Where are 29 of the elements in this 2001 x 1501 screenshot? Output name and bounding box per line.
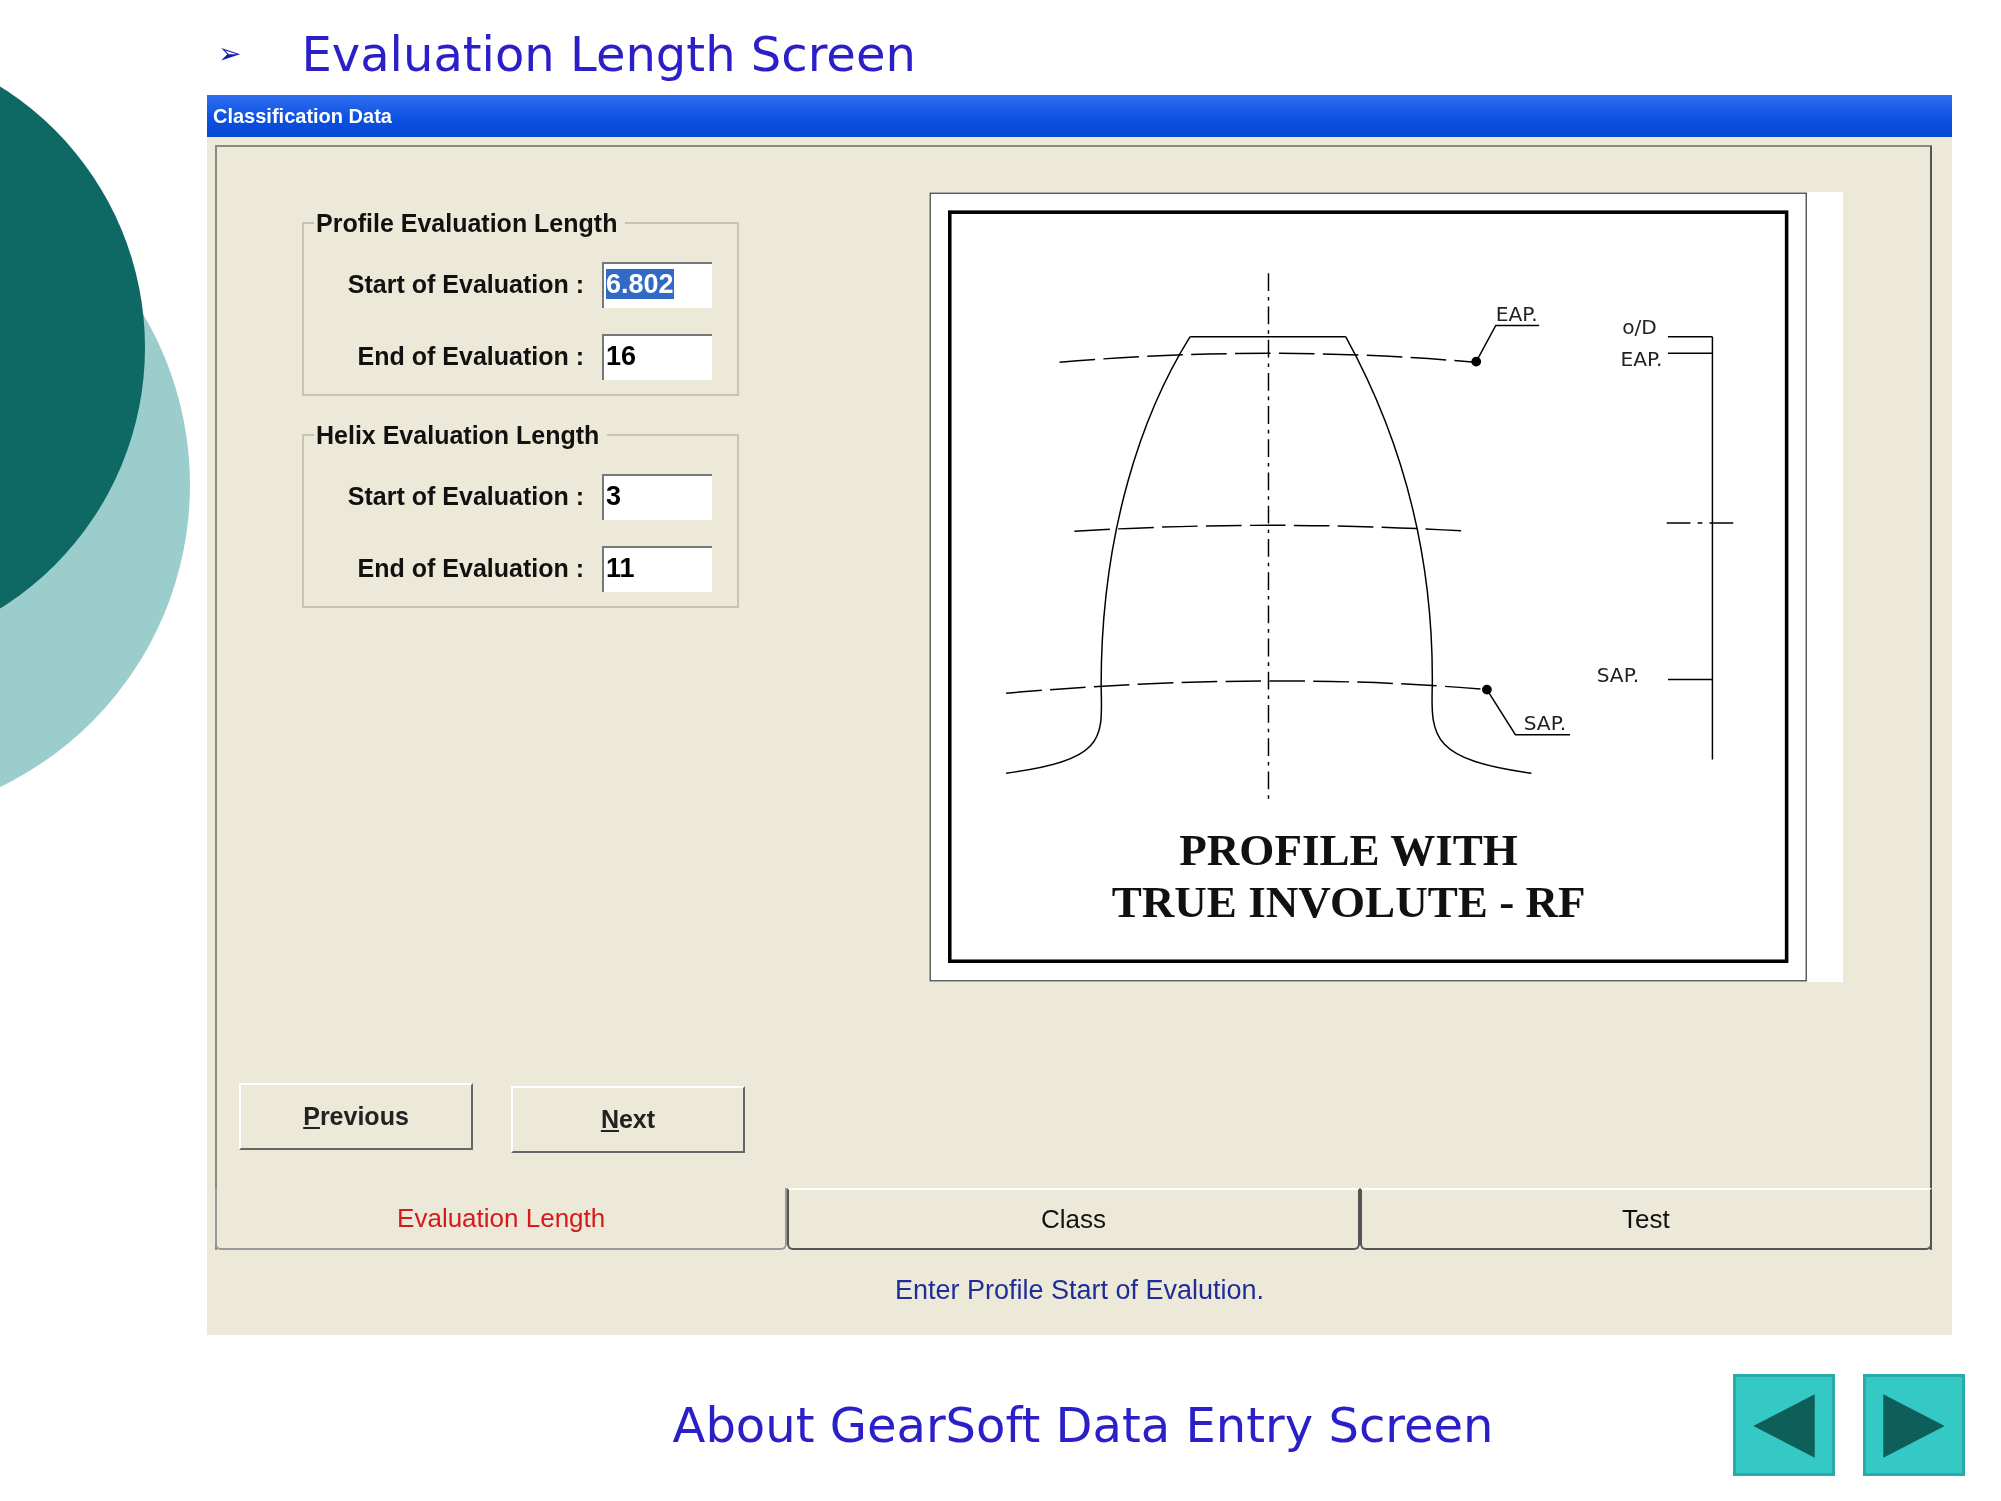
tab[interactable]: Class [787,1188,1360,1250]
bullet-icon: ➢ [218,32,242,75]
left-triangle-icon [1753,1394,1815,1458]
status-text: Enter Profile Start of Evalution. [893,1274,1266,1307]
tab[interactable]: Evaluation Length [215,1188,788,1250]
field-label: End of Evaluation : [357,341,584,373]
tab[interactable]: Test [1359,1188,1932,1250]
drawing-label: EAP. [1495,301,1538,326]
drawing-label: SAP. [1523,710,1567,735]
right-triangle-icon [1883,1394,1945,1458]
slide-footer: About GearSoft Data Entry Screen [653,1389,1513,1461]
next-slide-button[interactable] [1863,1374,1965,1476]
input-field[interactable]: 3 [602,474,712,520]
drawing-label: EAP. [1620,347,1663,372]
field-label: End of Evaluation : [357,553,584,585]
input-field[interactable]: 11 [602,546,712,592]
input-field[interactable]: 6.802 [602,262,712,308]
field-label: Start of Evaluation : [347,269,584,301]
figure-caption: TRUE INVOLUTE - RF [1111,876,1586,927]
previous-button[interactable]: Previous [239,1083,473,1150]
slide-heading: Evaluation Length Screen [301,24,916,84]
field-label: Start of Evaluation : [347,481,584,513]
previous-slide-button[interactable] [1733,1374,1835,1476]
window-title: Classification Data [207,95,1952,137]
drawing-label: o/D [1622,314,1657,339]
figure-caption: PROFILE WITH [1179,824,1518,875]
next-button[interactable]: Next [511,1086,745,1153]
drawing-label: SAP. [1596,663,1640,688]
input-field[interactable]: 16 [602,334,712,380]
